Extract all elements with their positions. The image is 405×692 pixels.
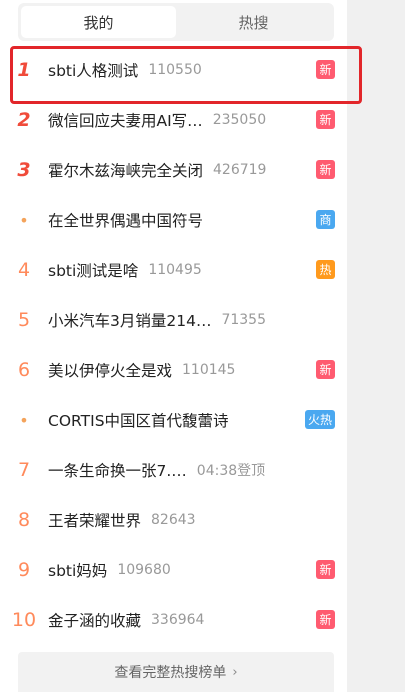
list-item[interactable]: 5 小米汽车3月销量214… 71355 [0,295,347,345]
item-title: 王者荣耀世界 [48,512,142,530]
item-title: 一条生命换一张7.… [48,462,187,480]
status-badge: 新 [316,610,335,629]
item-count: 110145 [182,362,236,378]
item-count: 82643 [151,512,196,528]
list-item[interactable]: 8 王者荣耀世界 82643 [0,495,347,545]
item-title: sbti妈妈 [48,562,108,580]
status-badge: 火热 [304,410,335,429]
rank-number: 4 [17,259,31,281]
status-badge: 新 [316,110,335,129]
rank-number: 5 [17,309,31,331]
list-item[interactable]: • 在全世界偶遇中国符号 商 [0,195,347,245]
item-count: 109680 [117,562,171,578]
status-badge: 新 [316,360,335,379]
rank-number: 6 [17,359,31,381]
item-count: 04:38登顶 [196,463,266,479]
list-item[interactable]: 7 一条生命换一张7.… 04:38登顶 [0,445,347,495]
hot-search-panel: 我的 热搜 1 sbti人格测试 110550 新 2 微信回应夫妻用AI写… 235050… [0,0,362,692]
item-title: 霍尔木兹海峡完全关闭 [48,162,204,180]
item-count: 110495 [148,262,202,278]
rank-number: 8 [17,509,31,531]
list-item[interactable]: 1 sbti人格测试 110550 新 [0,45,362,104]
rank-number: 3 [17,159,31,181]
status-badge: 新 [316,160,335,179]
item-title: 金子涵的收藏 [48,612,142,630]
list-item[interactable]: 2 微信回应夫妻用AI写… 235050 新 [0,95,347,145]
rank-number: 2 [17,109,31,131]
rank-number: 7 [17,459,31,481]
list-item[interactable]: • CORTIS中国区首代馥蕾诗 火热 [0,395,347,445]
item-count: 71355 [221,312,266,328]
item-title: 小米汽车3月销量214… [48,312,212,330]
item-count: 336964 [151,612,205,628]
item-title: 在全世界偶遇中国符号 [48,212,204,230]
item-title: sbti人格测试 [48,62,139,80]
item-title: CORTIS中国区首代馥蕾诗 [48,412,229,430]
item-count: 235050 [212,112,267,128]
rank-number: 10 [11,609,37,631]
view-full-list-button[interactable]: 查看完整热搜榜单 › [18,652,334,692]
status-badge: 商 [316,210,335,229]
item-count: 426719 [213,162,267,178]
list-item[interactable]: 6 美以伊停火全是戏 110145 新 [0,345,347,395]
item-title: 微信回应夫妻用AI写… [48,112,203,130]
tab-bar: 我的 热搜 [18,3,334,41]
item-count: 110550 [148,62,202,78]
list-item[interactable]: 10 金子涵的收藏 336964 新 [0,595,347,645]
status-badge: 热 [316,260,335,279]
view-full-list-label: 查看完整热搜榜单 [114,665,227,681]
list-item[interactable]: 4 sbti测试是啥 110495 热 [0,245,347,295]
chevron-right-icon: › [232,664,238,680]
hot-search-list: 1 sbti人格测试 110550 新 2 微信回应夫妻用AI写… 235050 新 3 霍尔木兹… [0,45,362,645]
rank-number: 1 [17,59,31,81]
status-badge: 新 [316,60,335,79]
list-item[interactable]: 9 sbti妈妈 109680 新 [0,545,347,595]
item-title: 美以伊停火全是戏 [48,362,173,380]
tab-mine[interactable]: 我的 [21,6,176,38]
rank-number: • [19,210,29,230]
rank-number: • [19,410,29,430]
item-title: sbti测试是啥 [48,262,139,280]
list-item[interactable]: 3 霍尔木兹海峡完全关闭 426719 新 [0,145,347,195]
rank-number: 9 [17,559,31,581]
tab-hot-search[interactable]: 热搜 [176,6,331,38]
status-badge: 新 [316,560,335,579]
